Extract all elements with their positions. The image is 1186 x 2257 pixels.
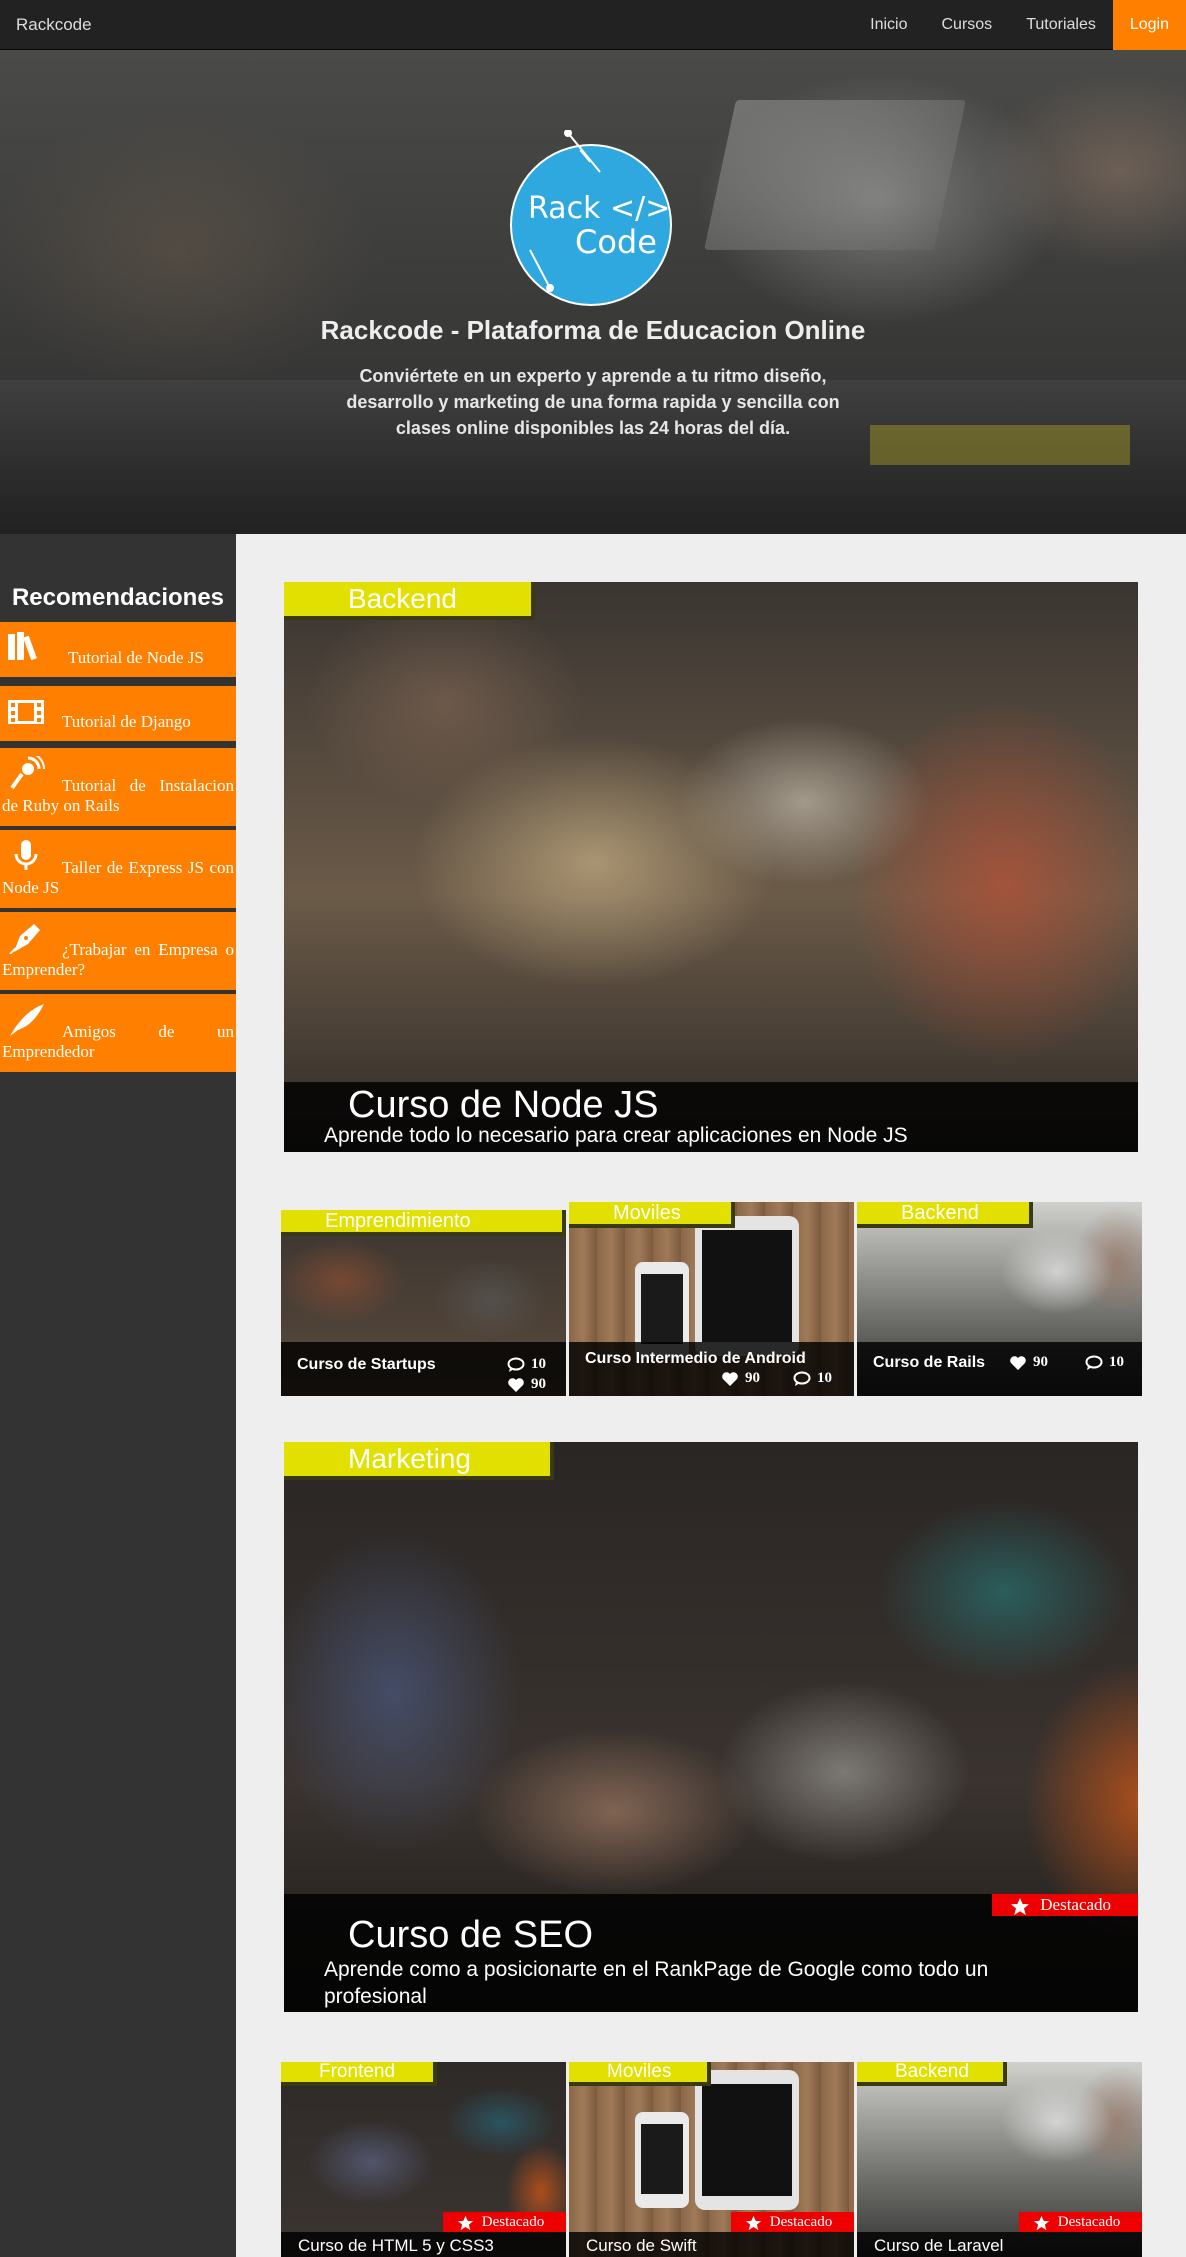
- comment-icon: [1085, 1355, 1103, 1370]
- sidebar-item-node[interactable]: Tutorial de Node JS: [0, 622, 236, 677]
- course-card-laravel[interactable]: Backend Destacado Curso de Laravel: [857, 2062, 1142, 2257]
- comments-count: 10: [793, 1370, 832, 1387]
- course-title: Curso de Laravel: [874, 2236, 1004, 2255]
- course-title: Curso Intermedio de Android: [585, 1350, 806, 1367]
- likes-count: 90: [507, 1376, 546, 1393]
- heart-icon: [1010, 1355, 1026, 1370]
- course-title: Curso de Rails: [873, 1354, 986, 1371]
- rackcode-logo: Rack </> Code: [510, 130, 672, 306]
- comment-icon: [793, 1371, 811, 1386]
- hero-background-laptop: [704, 100, 966, 250]
- sidebar-item-django[interactable]: Tutorial de Django: [0, 686, 236, 741]
- featured-badge: Destacado: [1019, 2212, 1142, 2232]
- category-label: Backend: [857, 2062, 1007, 2086]
- course-card-rails[interactable]: Backend Curso de Rails 90 10: [857, 1202, 1142, 1396]
- hero-banner: Rack </> Code Rackcode - Plataforma de E…: [0, 50, 1186, 534]
- heart-icon: [508, 1377, 524, 1392]
- category-label: Backend: [284, 582, 535, 620]
- course-subtitle: Aprende todo lo necesario para crear apl…: [324, 1124, 908, 1147]
- sidebar-item-label: Tutorial de Django: [62, 712, 191, 731]
- heart-icon: [722, 1371, 738, 1386]
- sidebar-item-ruby[interactable]: Tutorial de Instalacion de Ruby on Rails: [0, 748, 236, 826]
- nav-link-tutoriales[interactable]: Tutoriales: [1009, 0, 1113, 50]
- featured-badge: Destacado: [443, 2212, 566, 2232]
- likes-value: 90: [745, 1370, 760, 1386]
- course-card-html5[interactable]: Frontend Destacado Curso de HTML 5 y CSS…: [281, 2062, 566, 2257]
- main-content: Backend Curso de Node JS Aprende todo lo…: [236, 534, 1186, 2257]
- login-button[interactable]: Login: [1112, 0, 1186, 50]
- featured-badge: Destacado: [731, 2212, 854, 2232]
- nav-links: Inicio Cursos Tutoriales Login: [853, 0, 1186, 50]
- logo-text-line2: Code: [575, 223, 657, 261]
- sidebar-item-emprender[interactable]: ¿Trabajar en Empresa o Emprender?: [0, 912, 236, 990]
- pen-icon: [9, 924, 40, 954]
- star-icon: [457, 2215, 474, 2230]
- podcast-icon: [10, 756, 45, 790]
- microphone-icon: [14, 840, 38, 870]
- nav-link-inicio[interactable]: Inicio: [853, 0, 924, 50]
- course-title: Curso de SEO: [348, 1914, 593, 1956]
- category-label: Moviles: [569, 1202, 735, 1228]
- featured-badge-label: Destacado: [769, 2214, 833, 2230]
- hero-background-tray: [870, 425, 1130, 465]
- featured-badge: Destacado: [992, 1894, 1138, 1916]
- category-label: Marketing: [284, 1442, 554, 1480]
- star-icon: [745, 2215, 762, 2230]
- comments-count: 10: [507, 1356, 546, 1373]
- course-title: Curso de Swift: [586, 2236, 697, 2255]
- books-icon: [8, 632, 37, 661]
- sidebar-item-amigos[interactable]: Amigos de un Emprendedor: [0, 994, 236, 1072]
- sidebar-item-express[interactable]: Taller de Express JS con Node JS: [0, 830, 236, 908]
- course-title: Curso de Node JS: [348, 1084, 659, 1126]
- sidebar-title: Recomendaciones: [11, 584, 225, 611]
- brand-link[interactable]: Rackcode: [16, 15, 92, 35]
- sidebar-item-label: Tutorial de Node JS: [68, 648, 204, 667]
- film-icon: [8, 700, 44, 724]
- category-label: Frontend: [281, 2062, 437, 2086]
- course-card-nodejs[interactable]: Backend Curso de Node JS Aprende todo lo…: [284, 582, 1138, 1152]
- course-card-swift[interactable]: Moviles Destacado Curso de Swift: [569, 2062, 854, 2257]
- star-icon: [1033, 2215, 1050, 2230]
- likes-value: 90: [1033, 1354, 1048, 1370]
- sidebar: Recomendaciones Tutorial de Node JS Tuto…: [0, 534, 236, 2257]
- logo-text-line1: Rack </>: [528, 191, 670, 226]
- course-title: Curso de Startups: [297, 1356, 436, 1373]
- nav-link-cursos[interactable]: Cursos: [925, 0, 1010, 50]
- phone-image: [635, 2112, 689, 2208]
- likes-count: 90: [721, 1370, 760, 1387]
- hero-description: Conviértete en un experto y aprende a tu…: [346, 366, 840, 438]
- course-title: Curso de HTML 5 y CSS3: [298, 2236, 494, 2255]
- comments-value: 10: [1109, 1354, 1124, 1370]
- quill-icon: [10, 1004, 44, 1036]
- tablet-image: [695, 2070, 799, 2210]
- category-label: Emprendimiento: [281, 1210, 566, 1236]
- category-label: Backend: [857, 1202, 1033, 1228]
- category-label: Moviles: [569, 2062, 711, 2086]
- comments-value: 10: [531, 1356, 546, 1372]
- likes-value: 90: [531, 1376, 546, 1392]
- navbar: Rackcode Inicio Cursos Tutoriales Login: [0, 0, 1186, 50]
- course-card-seo[interactable]: Marketing Destacado Curso de SEO Aprende…: [284, 1442, 1138, 2012]
- course-card-startups[interactable]: Emprendimiento Curso de Startups 10 90: [281, 1210, 566, 1396]
- featured-badge-label: Destacado: [1057, 2214, 1121, 2230]
- comment-icon: [507, 1357, 525, 1372]
- featured-badge-label: Destacado: [481, 2214, 545, 2230]
- course-card-android[interactable]: Moviles Curso Intermedio de Android 90 1…: [569, 1202, 854, 1396]
- tablet-image: [695, 1216, 799, 1356]
- featured-badge-label: Destacado: [1040, 1895, 1112, 1914]
- likes-count: 90: [1009, 1354, 1048, 1371]
- comments-value: 10: [817, 1370, 832, 1386]
- hero-title: Rackcode - Plataforma de Educacion Onlin…: [320, 315, 866, 345]
- course-subtitle: Aprende como a posicionarte en el RankPa…: [324, 1958, 989, 2008]
- comments-count: 10: [1085, 1354, 1124, 1371]
- star-icon: [1011, 1897, 1029, 1915]
